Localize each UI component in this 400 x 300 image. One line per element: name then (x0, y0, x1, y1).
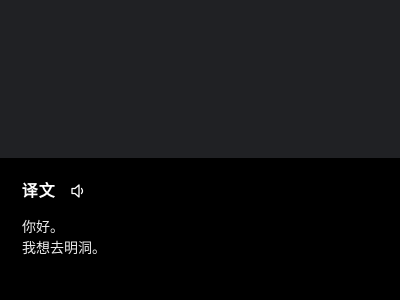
speaker-icon[interactable] (70, 183, 88, 199)
translation-header: 译文 (22, 180, 88, 202)
speaker-icon-graphic (71, 184, 84, 198)
screen: 译文 你好。 我想去明洞。 (0, 0, 400, 300)
translation-line-1: 你好。 (22, 220, 64, 236)
translation-line-2: 我想去明洞。 (22, 241, 106, 257)
translation-text: 你好。 我想去明洞。 (22, 218, 106, 260)
source-area (0, 0, 400, 158)
translation-heading: 译文 (22, 181, 57, 200)
translation-panel: 译文 你好。 我想去明洞。 (0, 158, 400, 300)
